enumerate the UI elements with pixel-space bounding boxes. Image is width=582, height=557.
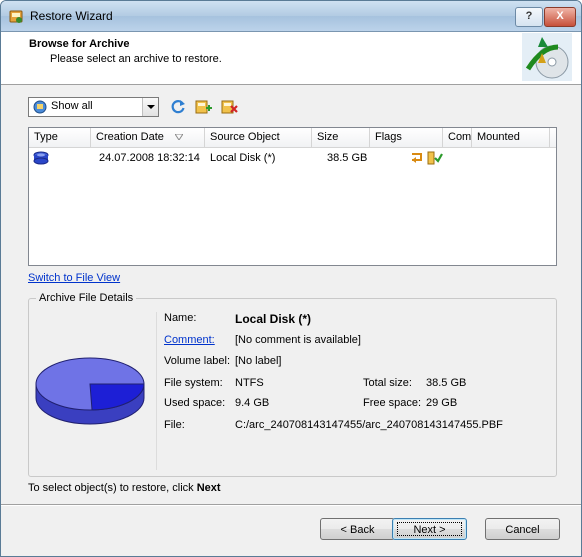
filter-icon <box>33 100 47 114</box>
disk-usage-pie <box>35 357 145 425</box>
cancel-button[interactable]: Cancel <box>485 518 560 540</box>
total-size-value: 38.5 GB <box>426 377 467 389</box>
column-source-object[interactable]: Source Object <box>205 128 312 147</box>
flag-verified-icon <box>427 151 443 165</box>
focus-ring <box>397 522 462 536</box>
page-subtitle: Please select an archive to restore. <box>50 53 222 65</box>
total-size-label: Total size: <box>363 377 412 389</box>
column-mounted[interactable]: Mounted <box>472 128 550 147</box>
help-button[interactable]: ? <box>515 7 543 27</box>
wizard-app-icon <box>9 10 23 23</box>
archive-details-legend: Archive File Details <box>36 292 137 304</box>
next-button[interactable]: Next > <box>392 518 467 540</box>
volume-label-label: Volume label: <box>164 355 231 367</box>
chevron-down-icon[interactable] <box>142 98 158 116</box>
filter-selected-value: Show all <box>51 100 93 112</box>
table-row[interactable]: 24.07.2008 18:32:14 Local Disk (*) 38.5 … <box>29 149 556 167</box>
free-space-value: 29 GB <box>426 397 458 409</box>
column-type[interactable]: Type <box>29 128 91 147</box>
restore-disc-logo-icon <box>522 33 572 81</box>
footer-hint-bold: Next <box>196 482 221 494</box>
comment-link[interactable]: Comment: <box>164 334 215 346</box>
sort-descending-icon <box>175 134 183 140</box>
switch-to-file-view-link[interactable]: Switch to File View <box>28 272 120 284</box>
window-title: Restore Wizard <box>30 9 113 23</box>
close-button[interactable]: X <box>544 7 576 27</box>
column-creation-date[interactable]: Creation Date <box>91 128 205 147</box>
title-bar[interactable]: Restore Wizard ? X <box>1 1 581 32</box>
used-space-value: 9.4 GB <box>235 397 270 409</box>
back-button[interactable]: < Back <box>320 518 395 540</box>
column-flags[interactable]: Flags <box>370 128 443 147</box>
flag-arrow-icon <box>412 153 422 163</box>
free-space-label: Free space: <box>363 397 422 409</box>
file-label: File: <box>164 419 185 431</box>
column-creation-date-label: Creation Date <box>96 131 164 143</box>
row-size: 38.5 GB <box>327 152 368 164</box>
restore-wizard-window: Restore Wizard ? X Browse for Archive Pl… <box>0 0 582 557</box>
list-header: Type Creation Date Source Object Size Fl… <box>29 128 556 148</box>
wizard-header: Browse for Archive Please select an arch… <box>1 32 581 85</box>
archive-filter-select[interactable]: Show all <box>28 97 159 117</box>
footer-hint: To select object(s) to restore, click Ne… <box>28 482 221 494</box>
name-label: Name: <box>164 312 197 324</box>
column-size[interactable]: Size <box>312 128 370 147</box>
details-divider <box>156 312 157 470</box>
volume-label-value: [No label] <box>235 355 282 367</box>
used-space-label: Used space: <box>164 397 226 409</box>
file-path-value: C:/arc_240708143147455/arc_2407081431474… <box>235 419 503 431</box>
row-source-object: Local Disk (*) <box>210 152 276 164</box>
delete-archive-icon[interactable] <box>220 97 238 115</box>
refresh-icon[interactable] <box>169 97 187 115</box>
archive-list[interactable]: Type Creation Date Source Object Size Fl… <box>28 127 557 266</box>
disk-image-icon <box>33 151 49 165</box>
page-title: Browse for Archive <box>29 38 130 50</box>
file-system-value: NTFS <box>235 377 264 389</box>
footer-separator <box>1 504 581 506</box>
file-system-label: File system: <box>164 377 223 389</box>
footer-hint-text: To select object(s) to restore, click <box>28 482 197 494</box>
row-creation-date: 24.07.2008 18:32:14 <box>99 152 200 164</box>
add-archive-icon[interactable] <box>194 97 212 115</box>
column-comment[interactable]: Comm <box>443 128 472 147</box>
name-value: Local Disk (*) <box>235 312 312 326</box>
comment-value: [No comment is available] <box>235 334 361 346</box>
